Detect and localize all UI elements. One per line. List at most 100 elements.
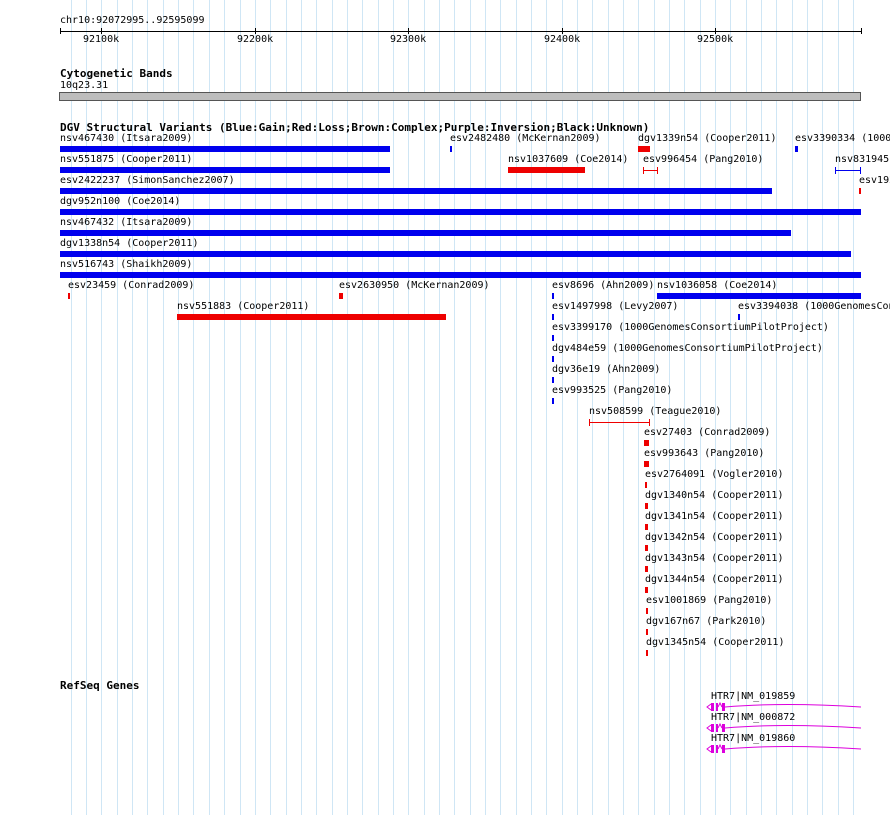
sv-feature-bar[interactable]	[835, 167, 861, 174]
ruler-tick-label: 92200k	[237, 34, 274, 45]
sv-feature-bar[interactable]	[68, 293, 70, 299]
sv-feature-bar[interactable]	[645, 482, 647, 488]
sv-feature-label[interactable]: nsv467430 (Itsara2009)	[60, 133, 192, 145]
ruler-tick-label: 92300k	[390, 34, 427, 45]
sv-feature-bar[interactable]	[643, 167, 658, 174]
sv-feature-bar[interactable]	[645, 566, 648, 572]
sv-feature-label[interactable]: esv3394038 (1000GenomesConsortiumPilotPr…	[738, 301, 890, 313]
sv-feature-label[interactable]: esv2764091 (Vogler2010)	[645, 469, 783, 481]
sv-feature-label[interactable]: nsv516743 (Shaikh2009)	[60, 259, 192, 271]
sv-feature-label[interactable]: esv1001869 (Pang2010)	[646, 595, 772, 607]
sv-feature-label[interactable]: esv2422237 (SimonSanchez2007)	[60, 175, 235, 187]
sv-feature-bar[interactable]	[552, 314, 554, 320]
sv-feature-bar[interactable]	[60, 167, 390, 173]
gene-intron	[724, 704, 861, 708]
sv-feature-label[interactable]: dgv36e19 (Ahn2009)	[552, 364, 660, 376]
sv-feature-label[interactable]: esv23459 (Conrad2009)	[68, 280, 194, 292]
refseq-track-title[interactable]: RefSeq Genes	[60, 679, 139, 692]
sv-feature-label[interactable]: esv3390334 (1000GenomesConsortiumPilotPr…	[795, 133, 890, 145]
gene-exon	[716, 703, 718, 711]
sv-feature-label[interactable]: esv3399170 (1000GenomesConsortiumPilotPr…	[552, 322, 829, 334]
sv-feature-bar[interactable]	[60, 251, 851, 257]
sv-feature-bar[interactable]	[645, 545, 648, 551]
sv-feature-bar[interactable]	[552, 377, 554, 383]
sv-feature-bar[interactable]	[645, 587, 648, 593]
gene-exon	[711, 724, 714, 732]
sv-feature-label[interactable]: nsv1036058 (Coe2014)	[657, 280, 777, 292]
gene-model[interactable]	[705, 744, 861, 756]
ruler-end-tick	[60, 28, 61, 34]
sv-feature-bar[interactable]	[795, 146, 798, 152]
sv-feature-bar[interactable]	[552, 335, 554, 341]
sv-feature-label[interactable]: dgv1341n54 (Cooper2011)	[645, 511, 783, 523]
sv-feature-label[interactable]: esv993525 (Pang2010)	[552, 385, 672, 397]
sv-feature-label[interactable]: dgv1338n54 (Cooper2011)	[60, 238, 198, 250]
sv-feature-label[interactable]: esv1924 (Tuzun2005)	[859, 175, 890, 187]
sv-feature-label[interactable]: dgv1339n54 (Cooper2011)	[638, 133, 776, 145]
ruler-tick-label: 92100k	[83, 34, 120, 45]
sv-feature-label[interactable]: nsv831945 (Hinds2006)	[835, 154, 890, 166]
cytoband-bar[interactable]	[59, 92, 861, 101]
sv-feature-label[interactable]: dgv1343n54 (Cooper2011)	[645, 553, 783, 565]
sv-feature-label[interactable]: dgv1340n54 (Cooper2011)	[645, 490, 783, 502]
sv-feature-bar[interactable]	[738, 314, 740, 320]
sv-feature-bar[interactable]	[60, 146, 390, 152]
gene-exon	[716, 724, 718, 732]
sv-feature-label[interactable]: dgv1344n54 (Cooper2011)	[645, 574, 783, 586]
sv-feature-label[interactable]: esv996454 (Pang2010)	[643, 154, 763, 166]
ruler-range-label: chr10:92072995..92595099	[60, 15, 205, 26]
sv-feature-bar[interactable]	[450, 146, 452, 152]
sv-feature-label[interactable]: nsv467432 (Itsara2009)	[60, 217, 192, 229]
sv-feature-label[interactable]: nsv1037609 (Coe2014)	[508, 154, 628, 166]
sv-feature-label[interactable]: dgv1342n54 (Cooper2011)	[645, 532, 783, 544]
sv-feature-label[interactable]: esv1497998 (Levy2007)	[552, 301, 678, 313]
sv-feature-bar[interactable]	[646, 650, 648, 656]
sv-feature-bar[interactable]	[552, 398, 554, 404]
sv-feature-bar[interactable]	[508, 167, 585, 173]
ruler-tick-label: 92500k	[697, 34, 734, 45]
sv-feature-bar[interactable]	[60, 188, 772, 194]
sv-feature-label[interactable]: dgv484e59 (1000GenomesConsortiumPilotPro…	[552, 343, 823, 355]
sv-feature-bar[interactable]	[552, 293, 554, 299]
sv-feature-bar[interactable]	[60, 209, 861, 215]
sv-feature-label[interactable]: esv27403 (Conrad2009)	[644, 427, 770, 439]
sv-feature-label[interactable]: nsv508599 (Teague2010)	[589, 406, 721, 418]
sv-feature-bar[interactable]	[177, 314, 446, 320]
sv-feature-bar[interactable]	[657, 293, 861, 299]
sv-feature-label[interactable]: esv2482480 (McKernan2009)	[450, 133, 601, 145]
sv-feature-bar[interactable]	[859, 188, 861, 194]
gene-exon	[722, 703, 725, 711]
cytoband-track-title[interactable]: Cytogenetic Bands	[60, 67, 173, 80]
sv-feature-bar[interactable]	[646, 608, 648, 614]
gene-exon	[722, 724, 725, 732]
strand-arrow-icon	[706, 724, 712, 732]
ruler-end-tick	[861, 28, 862, 34]
grid-line	[807, 0, 808, 815]
gene-exon	[711, 745, 714, 753]
gene-intron	[717, 723, 723, 729]
sv-feature-bar[interactable]	[645, 524, 648, 530]
sv-feature-label[interactable]: nsv551883 (Cooper2011)	[177, 301, 309, 313]
genome-browser-panel: chr10:92072995..92595099 92100k 92200k 923…	[0, 0, 890, 815]
sv-feature-bar[interactable]	[645, 503, 648, 509]
sv-feature-label[interactable]: dgv167n67 (Park2010)	[646, 616, 766, 628]
sv-feature-bar[interactable]	[339, 293, 343, 299]
sv-feature-label[interactable]: nsv551875 (Cooper2011)	[60, 154, 192, 166]
sv-feature-bar[interactable]	[646, 629, 648, 635]
sv-feature-label[interactable]: dgv1345n54 (Cooper2011)	[646, 637, 784, 649]
sv-feature-bar[interactable]	[589, 419, 650, 426]
sv-feature-label[interactable]: esv2630950 (McKernan2009)	[339, 280, 490, 292]
gene-intron	[724, 725, 861, 729]
sv-feature-bar[interactable]	[644, 440, 649, 446]
sv-feature-bar[interactable]	[638, 146, 650, 152]
grid-line	[853, 0, 854, 815]
sv-feature-label[interactable]: dgv952n100 (Coe2014)	[60, 196, 180, 208]
sv-feature-bar[interactable]	[644, 461, 649, 467]
sv-feature-bar[interactable]	[60, 272, 861, 278]
strand-arrow-icon	[706, 703, 712, 711]
ruler-tick-label: 92400k	[544, 34, 581, 45]
sv-feature-label[interactable]: esv993643 (Pang2010)	[644, 448, 764, 460]
sv-feature-bar[interactable]	[60, 230, 791, 236]
sv-feature-bar[interactable]	[552, 356, 554, 362]
sv-feature-label[interactable]: esv8696 (Ahn2009)	[552, 280, 654, 292]
